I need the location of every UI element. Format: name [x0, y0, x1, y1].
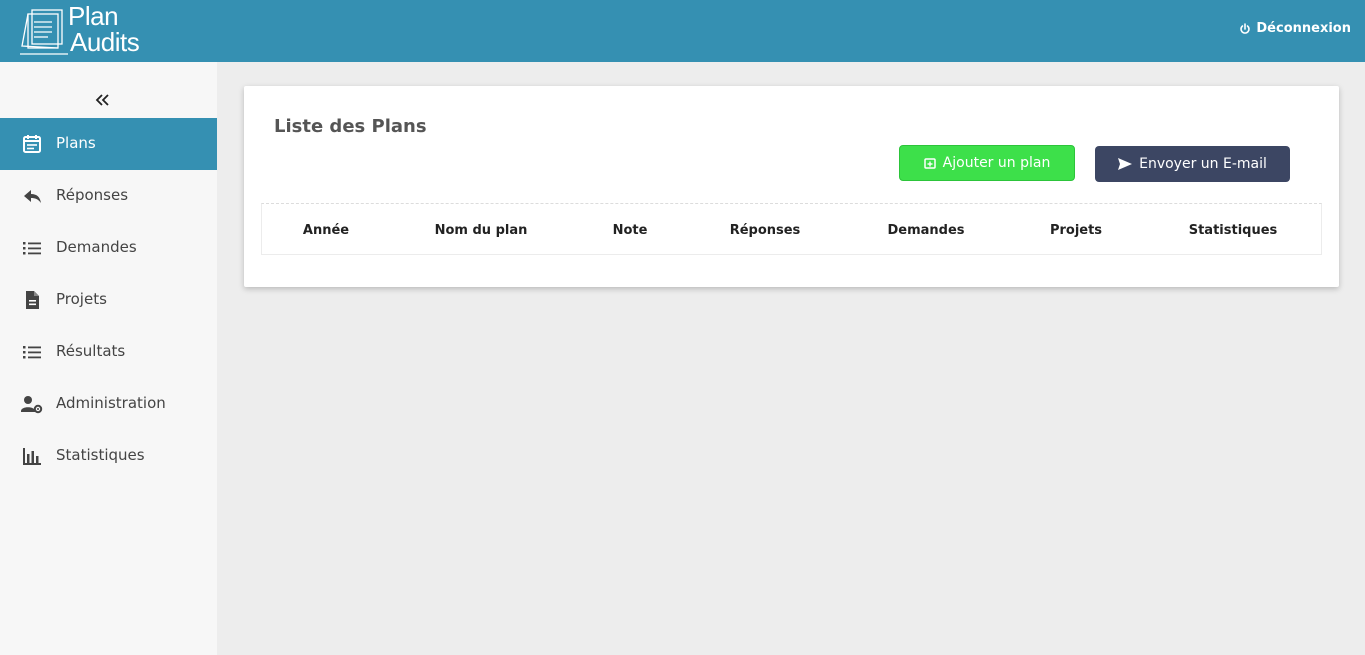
sidebar-item-label: Réponses	[56, 186, 129, 204]
power-icon	[1240, 22, 1251, 34]
logo-icon	[20, 9, 68, 55]
logout-button[interactable]: Déconnexion	[1239, 21, 1351, 36]
sidebar-item-label: Projets	[56, 290, 107, 308]
logo-text-audits: Audits	[70, 27, 140, 57]
sidebar-item-projets[interactable]: Projets	[0, 274, 217, 326]
sidebar-item-resultats[interactable]: Résultats	[0, 326, 217, 378]
bar-chart-icon	[21, 445, 43, 467]
sidebar-item-plans[interactable]: Plans	[0, 118, 217, 170]
document-icon	[21, 289, 43, 311]
logout-label: Déconnexion	[1256, 21, 1351, 36]
list-icon	[21, 341, 43, 363]
sidebar-item-administration[interactable]: Administration	[0, 378, 217, 430]
calendar-plus-icon	[923, 158, 936, 169]
column-header-demandes[interactable]: Demandes	[887, 223, 964, 238]
sidebar-item-label: Résultats	[56, 342, 126, 360]
column-header-annee[interactable]: Année	[303, 223, 349, 238]
send-email-button[interactable]: Envoyer un E-mail	[1095, 146, 1290, 182]
user-settings-icon	[21, 393, 43, 415]
sidebar-item-label: Statistiques	[56, 446, 145, 464]
collapse-sidebar-button[interactable]	[90, 88, 114, 112]
plans-card: Liste des Plans Ajouter un plan Envoyer …	[244, 86, 1339, 287]
sidebar-item-statistiques[interactable]: Statistiques	[0, 430, 217, 482]
column-header-statistiques[interactable]: Statistiques	[1189, 223, 1278, 238]
send-icon	[1118, 158, 1133, 170]
page-title: Liste des Plans	[274, 116, 427, 137]
add-plan-label: Ajouter un plan	[942, 155, 1051, 171]
reply-icon	[21, 185, 43, 207]
plans-table: Année Nom du plan Note Réponses Demandes…	[261, 203, 1322, 255]
calendar-icon	[21, 133, 43, 155]
sidebar: Plans Réponses Demandes Projets Résultat…	[0, 62, 217, 655]
column-header-note[interactable]: Note	[613, 223, 648, 238]
column-header-projets[interactable]: Projets	[1050, 223, 1102, 238]
sidebar-item-demandes[interactable]: Demandes	[0, 222, 217, 274]
column-header-nom-du-plan[interactable]: Nom du plan	[435, 223, 528, 238]
list-icon	[21, 237, 43, 259]
top-navbar: Plan Audits Déconnexion	[0, 0, 1365, 62]
add-plan-button[interactable]: Ajouter un plan	[899, 145, 1075, 181]
sidebar-item-label: Administration	[56, 394, 166, 412]
app-logo[interactable]: Plan Audits	[18, 1, 158, 58]
double-chevron-left-icon	[95, 94, 109, 106]
send-email-label: Envoyer un E-mail	[1139, 156, 1267, 172]
logo-text-plan: Plan	[68, 1, 119, 31]
column-header-reponses[interactable]: Réponses	[730, 223, 801, 238]
sidebar-item-label: Plans	[56, 134, 96, 152]
sidebar-item-label: Demandes	[56, 238, 137, 256]
sidebar-item-reponses[interactable]: Réponses	[0, 170, 217, 222]
